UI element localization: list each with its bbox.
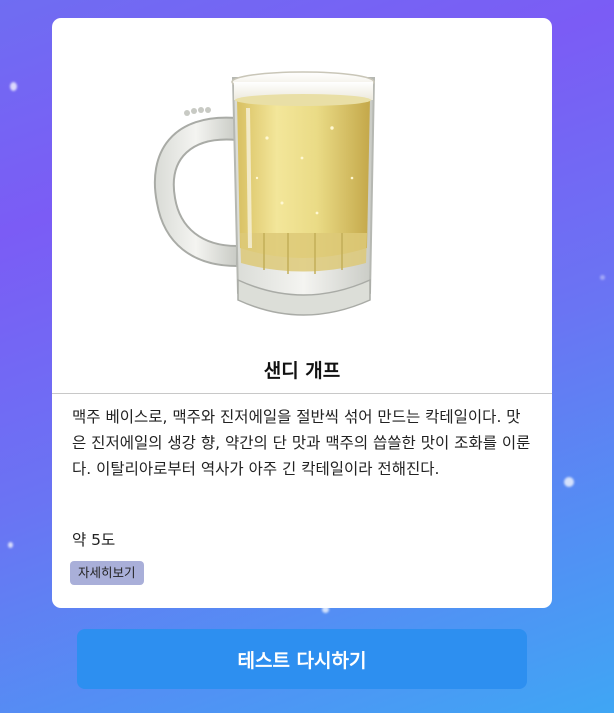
background-sparkle — [8, 542, 13, 548]
background-sparkle — [10, 82, 17, 91]
detail-button[interactable]: 자세히보기 — [70, 561, 144, 585]
background-sparkle — [564, 477, 574, 487]
beer-mug-image — [52, 18, 552, 343]
drink-name: 샌디 개프 — [263, 360, 341, 382]
drink-description: 맥주 베이스로, 맥주와 진저에일을 절반씩 섞어 만드는 칵테일이다. 맛은 … — [72, 408, 531, 478]
result-card: 샌디 개프 맥주 베이스로, 맥주와 진저에일을 절반씩 섞어 만드는 칵테일이… — [52, 18, 552, 608]
retry-test-button[interactable]: 테스트 다시하기 — [77, 629, 527, 689]
divider — [52, 393, 552, 394]
alcohol-content: 약 5도 — [72, 531, 116, 549]
background-sparkle — [600, 275, 605, 280]
